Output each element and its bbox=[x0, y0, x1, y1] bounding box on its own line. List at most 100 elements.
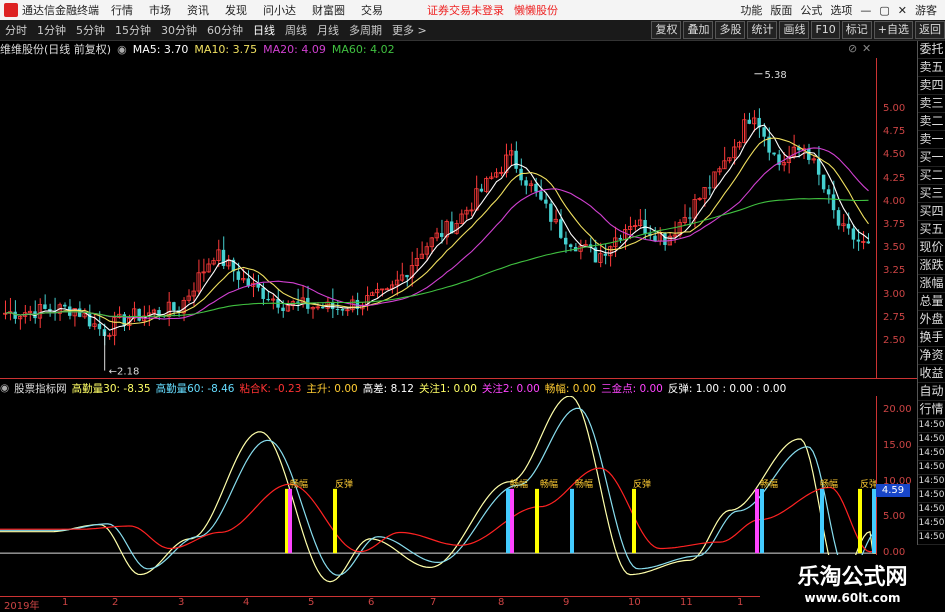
overlay-button[interactable]: 叠加 bbox=[683, 21, 714, 39]
sidebar-item[interactable]: 总量 bbox=[918, 293, 945, 311]
stock-notice[interactable]: 懒懒股份 bbox=[514, 2, 558, 18]
indicator-tick: 5.00 bbox=[883, 511, 906, 523]
sidebar-item[interactable]: 自动 bbox=[918, 383, 945, 401]
signal-bar bbox=[858, 488, 862, 554]
candle-body bbox=[97, 323, 102, 330]
period-more[interactable]: 更多 > bbox=[392, 22, 427, 38]
sidebar-item[interactable]: 14:50 bbox=[918, 447, 945, 461]
multi-stock-button[interactable]: 多股 bbox=[715, 21, 746, 39]
field-4: 高差: 8.12 bbox=[362, 382, 414, 395]
signal-bar bbox=[760, 488, 764, 554]
period-15m[interactable]: 15分钟 bbox=[115, 22, 151, 38]
candlestick-chart[interactable]: 5.38 ←2.18 bbox=[0, 58, 876, 378]
ma5-line bbox=[5, 124, 869, 331]
sidebar-item[interactable]: 14:50 bbox=[918, 419, 945, 433]
chart-settings-icon[interactable]: ⊘ bbox=[848, 42, 857, 55]
candle-body bbox=[266, 298, 270, 301]
menu-options[interactable]: 选项 bbox=[830, 2, 852, 18]
sidebar-item[interactable]: 卖五 bbox=[918, 59, 945, 77]
period-intraday[interactable]: 分时 bbox=[5, 22, 27, 38]
sidebar-item[interactable]: 涨幅 bbox=[918, 275, 945, 293]
mark-button[interactable]: 标记 bbox=[841, 21, 872, 39]
login-notice[interactable]: 证券交易未登录 bbox=[427, 2, 504, 18]
candle-body bbox=[816, 158, 821, 175]
sidebar-item[interactable]: 外盘 bbox=[918, 311, 945, 329]
period-1m[interactable]: 1分钟 bbox=[37, 22, 66, 38]
period-5m[interactable]: 5分钟 bbox=[76, 22, 105, 38]
date-tick: 1 bbox=[737, 597, 744, 608]
price-tick: 3.00 bbox=[883, 288, 906, 300]
candle-body bbox=[549, 203, 553, 222]
period-daily[interactable]: 日线 bbox=[253, 22, 275, 38]
candle-body bbox=[866, 241, 870, 244]
sidebar-item[interactable]: 买四 bbox=[918, 203, 945, 221]
sidebar-item[interactable]: 净资 bbox=[918, 347, 945, 365]
settings-icon[interactable]: ◉ bbox=[117, 43, 127, 56]
current-value-tag: 4.59 bbox=[876, 484, 910, 497]
menu-wealth[interactable]: 财富圈 bbox=[312, 2, 345, 18]
sidebar-item[interactable]: 卖三 bbox=[918, 95, 945, 113]
candle-body bbox=[439, 233, 444, 237]
candle-body bbox=[137, 308, 141, 321]
sidebar-item[interactable]: 买二 bbox=[918, 167, 945, 185]
candle-body bbox=[281, 307, 285, 312]
sidebar-item[interactable]: 收益 bbox=[918, 365, 945, 383]
candle-body bbox=[821, 174, 826, 190]
menu-info[interactable]: 资讯 bbox=[187, 2, 209, 18]
sidebar-item[interactable]: 换手 bbox=[918, 329, 945, 347]
sidebar-item[interactable]: 买五 bbox=[918, 221, 945, 239]
candle-body bbox=[618, 237, 622, 240]
menu-layout[interactable]: 版面 bbox=[770, 2, 792, 18]
candle-body bbox=[296, 301, 300, 303]
sidebar-item[interactable]: 委托 bbox=[918, 41, 945, 59]
draw-button[interactable]: 画线 bbox=[779, 21, 810, 39]
minimize-icon[interactable]: — bbox=[860, 4, 871, 17]
menu-discover[interactable]: 发现 bbox=[225, 2, 247, 18]
candle-body bbox=[534, 183, 538, 192]
sidebar-item[interactable]: 卖二 bbox=[918, 113, 945, 131]
period-30m[interactable]: 30分钟 bbox=[161, 22, 197, 38]
indicator-settings-icon[interactable]: ◉ bbox=[0, 382, 9, 394]
sidebar-item[interactable]: 14:50 bbox=[918, 517, 945, 531]
indicator-chart[interactable]: 畅幅 反弹 畅幅 畅幅 畅幅 反弹 畅幅 畅幅 反弹 bbox=[0, 396, 876, 596]
restore-icon[interactable]: ▢ bbox=[879, 4, 889, 17]
period-monthly[interactable]: 月线 bbox=[317, 22, 339, 38]
menu-formula[interactable]: 公式 bbox=[800, 2, 822, 18]
sidebar-item[interactable]: 买三 bbox=[918, 185, 945, 203]
menu-market2[interactable]: 市场 bbox=[149, 2, 171, 18]
chart-close-icon[interactable]: ✕ bbox=[862, 42, 871, 55]
date-tick: 9 bbox=[563, 597, 570, 608]
period-multi[interactable]: 多周期 bbox=[349, 22, 382, 38]
stats-button[interactable]: 统计 bbox=[747, 21, 778, 39]
guest-label[interactable]: 游客 bbox=[915, 2, 937, 18]
sidebar-item[interactable]: 14:50 bbox=[918, 503, 945, 517]
sidebar-item[interactable]: 买一 bbox=[918, 149, 945, 167]
price-tick: 4.25 bbox=[883, 172, 906, 184]
sidebar-item[interactable]: 行情 bbox=[918, 401, 945, 419]
field-1: 高勤量60: -8.46 bbox=[155, 382, 235, 395]
period-weekly[interactable]: 周线 bbox=[285, 22, 307, 38]
sidebar-item[interactable]: 14:50 bbox=[918, 489, 945, 503]
sidebar-item[interactable]: 14:50 bbox=[918, 531, 945, 545]
f10-button[interactable]: F10 bbox=[811, 21, 840, 39]
menu-ask[interactable]: 问小达 bbox=[263, 2, 296, 18]
back-button[interactable]: 返回 bbox=[915, 21, 945, 39]
candle-body bbox=[405, 274, 409, 278]
candle-body bbox=[13, 311, 17, 319]
sidebar-item[interactable]: 卖四 bbox=[918, 77, 945, 95]
sidebar-item[interactable]: 14:50 bbox=[918, 433, 945, 447]
sidebar-item[interactable]: 14:50 bbox=[918, 461, 945, 475]
period-60m[interactable]: 60分钟 bbox=[207, 22, 243, 38]
price-tick: 3.50 bbox=[883, 242, 906, 254]
sidebar-item[interactable]: 涨跌 bbox=[918, 257, 945, 275]
menu-function[interactable]: 功能 bbox=[740, 2, 762, 18]
sidebar-item[interactable]: 卖一 bbox=[918, 131, 945, 149]
menu-market[interactable]: 行情 bbox=[111, 2, 133, 18]
adjust-button[interactable]: 复权 bbox=[651, 21, 682, 39]
close-icon[interactable]: ✕ bbox=[898, 4, 907, 17]
candles bbox=[3, 108, 870, 346]
sidebar-item[interactable]: 现价 bbox=[918, 239, 945, 257]
add-watch-button[interactable]: +自选 bbox=[873, 21, 913, 39]
menu-trade[interactable]: 交易 bbox=[361, 2, 383, 18]
sidebar-item[interactable]: 14:50 bbox=[918, 475, 945, 489]
